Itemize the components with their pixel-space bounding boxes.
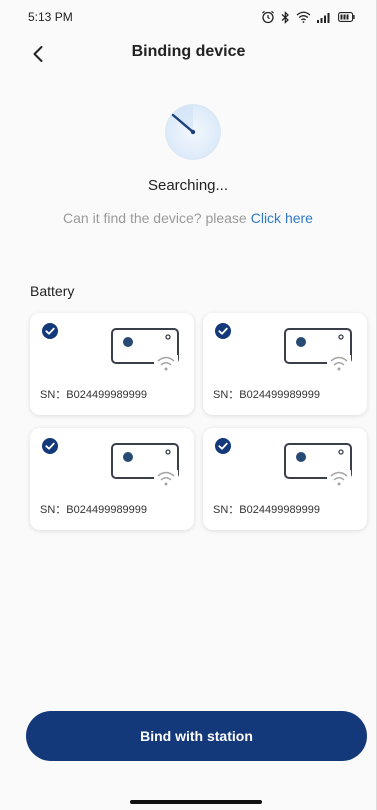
device-card[interactable]: SN：B024499989999 xyxy=(203,428,367,530)
checkbox-checked-icon[interactable] xyxy=(42,438,58,454)
status-time: 5:13 PM xyxy=(28,10,73,24)
signal-icon xyxy=(317,12,330,23)
search-status: Searching... xyxy=(147,177,229,194)
hint-text: Can it find the device? please xyxy=(63,210,247,226)
status-bar: 5:13 PM xyxy=(0,0,377,34)
page-title: Binding device xyxy=(131,43,246,60)
click-here-link[interactable]: Click here xyxy=(251,210,313,226)
wifi-icon xyxy=(296,11,311,23)
alarm-icon xyxy=(262,10,274,24)
app-screen: 5:13 PM Binding device Searching... Can … xyxy=(0,0,377,810)
device-serial-number: SN：B024499989999 xyxy=(213,389,321,401)
header: Binding device xyxy=(0,36,377,70)
home-indicator[interactable] xyxy=(130,800,262,804)
device-serial-number: SN：B024499989999 xyxy=(213,504,321,516)
battery-device-icon xyxy=(111,443,179,490)
bluetooth-icon xyxy=(281,10,289,24)
section-label-battery: Battery xyxy=(30,283,75,299)
battery-device-icon xyxy=(284,443,352,490)
search-hint: Can it find the device? please Click here xyxy=(0,210,376,226)
device-serial-number: SN：B024499989999 xyxy=(40,504,148,516)
battery-device-icon xyxy=(284,328,352,375)
device-serial-number: SN：B024499989999 xyxy=(40,389,148,401)
radar-search-icon xyxy=(165,104,221,160)
checkbox-checked-icon[interactable] xyxy=(42,323,58,339)
bind-with-station-button[interactable]: Bind with station xyxy=(26,711,367,761)
device-card[interactable]: SN：B024499989999 xyxy=(203,313,367,415)
checkbox-checked-icon[interactable] xyxy=(215,323,231,339)
battery-icon xyxy=(338,12,355,22)
device-card[interactable]: SN：B024499989999 xyxy=(30,313,194,415)
status-icons xyxy=(261,10,355,24)
checkbox-checked-icon[interactable] xyxy=(215,438,231,454)
device-card[interactable]: SN：B024499989999 xyxy=(30,428,194,530)
battery-device-icon xyxy=(111,328,179,375)
